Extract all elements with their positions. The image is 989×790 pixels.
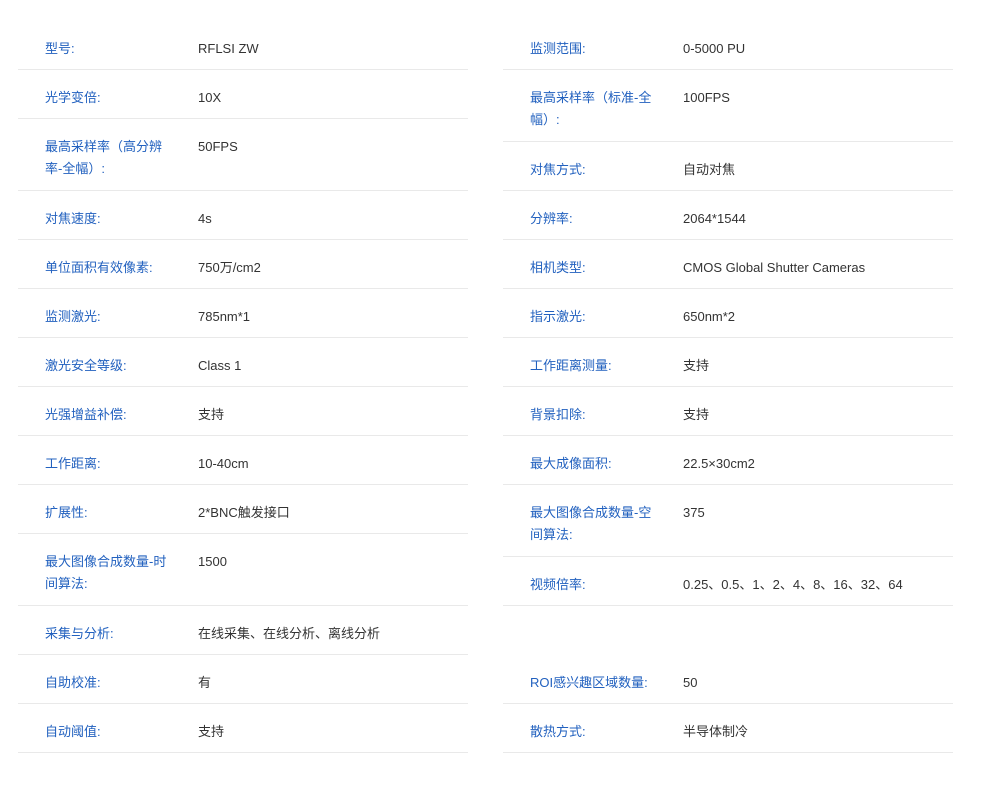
spec-value: 22.5×30cm2 (683, 456, 755, 471)
spec-label: 相机类型: (530, 260, 586, 275)
spec-value: Class 1 (198, 358, 242, 373)
spec-row: 采集与分析: 在线采集、在线分析、离线分析 (18, 606, 468, 655)
spec-row: 对焦方式: 自动对焦 (503, 142, 953, 191)
spec-row: 背景扣除: 支持 (503, 387, 953, 436)
spec-row: 最大图像合成数量-空间算法: 375 (503, 485, 953, 557)
spec-label: 扩展性: (45, 505, 88, 520)
spec-value: 支持 (683, 407, 710, 422)
spec-label: 对焦方式: (530, 162, 586, 177)
spec-row: 最高采样率（高分辨率-全幅）: 50FPS (18, 119, 468, 191)
spec-label: 型号: (45, 41, 75, 56)
spec-label: ROI感兴趣区域数量: (530, 675, 648, 690)
spec-row: 分辨率: 2064*1544 (503, 191, 953, 240)
spec-value: 支持 (198, 724, 225, 739)
spec-value: 2064*1544 (683, 211, 746, 226)
spec-value: 0.25、0.5、1、2、4、8、16、32、64 (683, 577, 903, 592)
spec-row: 监测激光: 785nm*1 (18, 289, 468, 338)
spec-value: 自动对焦 (683, 162, 736, 177)
spec-row: 指示激光: 650nm*2 (503, 289, 953, 338)
spec-label: 自动阈值: (45, 724, 101, 739)
spec-row: ROI感兴趣区域数量: 50 (503, 655, 953, 704)
spec-row: 自动阈值: 支持 (18, 704, 468, 753)
spec-label: 最大图像合成数量-时间算法: (45, 554, 167, 591)
spec-value: 支持 (198, 407, 225, 422)
spec-row: 工作距离测量: 支持 (503, 338, 953, 387)
spec-value: 10-40cm (198, 456, 249, 471)
spec-value: RFLSI ZW (198, 41, 259, 56)
spec-row: 监测范围: 0-5000 PU (503, 21, 953, 70)
spec-label: 监测范围: (530, 41, 586, 56)
spec-label: 工作距离测量: (530, 358, 612, 373)
spec-label: 单位面积有效像素: (45, 260, 153, 275)
spec-value: 375 (683, 505, 705, 520)
spec-row: 对焦速度: 4s (18, 191, 468, 240)
spec-label: 激光安全等级: (45, 358, 127, 373)
spec-label: 对焦速度: (45, 211, 101, 226)
spec-row: 散热方式: 半导体制冷 (503, 704, 953, 753)
spec-value: 在线采集、在线分析、离线分析 (198, 626, 381, 641)
spec-label: 指示激光: (530, 309, 586, 324)
spec-row: 最大图像合成数量-时间算法: 1500 (18, 534, 468, 606)
spec-label: 工作距离: (45, 456, 101, 471)
spec-value: 有 (198, 675, 212, 690)
spec-row-spacer (503, 606, 953, 655)
spec-value: 10X (198, 90, 222, 105)
spec-value: 支持 (683, 358, 710, 373)
spec-value: 650nm*2 (683, 309, 736, 324)
spec-label: 监测激光: (45, 309, 101, 324)
spec-value: 100FPS (683, 90, 730, 105)
spec-table-right: 监测范围: 0-5000 PU 最高采样率（标准-全幅）: 100FPS 对焦方… (503, 21, 953, 753)
spec-row: 激光安全等级: Class 1 (18, 338, 468, 387)
spec-label: 分辨率: (530, 211, 573, 226)
spec-row: 光强增益补偿: 支持 (18, 387, 468, 436)
spec-row: 视频倍率: 0.25、0.5、1、2、4、8、16、32、64 (503, 557, 953, 606)
spec-label: 光强增益补偿: (45, 407, 127, 422)
spec-value: 2*BNC触发接口 (198, 505, 290, 520)
spec-row: 相机类型: CMOS Global Shutter Cameras (503, 240, 953, 289)
spec-value: CMOS Global Shutter Cameras (683, 260, 866, 275)
spec-value: 4s (198, 211, 212, 226)
spec-value: 0-5000 PU (683, 41, 746, 56)
spec-label: 背景扣除: (530, 407, 586, 422)
spec-label: 最高采样率（标准-全幅）: (530, 90, 652, 127)
spec-row: 单位面积有效像素: 750万/cm2 (18, 240, 468, 289)
spec-label: 散热方式: (530, 724, 586, 739)
spec-row: 光学变倍: 10X (18, 70, 468, 119)
spec-row: 工作距离: 10-40cm (18, 436, 468, 485)
spec-row: 扩展性: 2*BNC触发接口 (18, 485, 468, 534)
spec-label: 光学变倍: (45, 90, 101, 105)
spec-value: 50 (683, 675, 698, 690)
spec-row: 最大成像面积: 22.5×30cm2 (503, 436, 953, 485)
spec-row: 型号: RFLSI ZW (18, 21, 468, 70)
spec-label: 视频倍率: (530, 577, 586, 592)
spec-row: 自助校准: 有 (18, 655, 468, 704)
spec-table-left: 型号: RFLSI ZW 光学变倍: 10X 最高采样率（高分辨率-全幅）: 5… (18, 21, 468, 753)
spec-label: 最大成像面积: (530, 456, 612, 471)
spec-value: 785nm*1 (198, 309, 251, 324)
spec-value: 750万/cm2 (198, 260, 261, 275)
spec-value: 1500 (198, 554, 227, 569)
spec-label: 最高采样率（高分辨率-全幅）: (45, 139, 163, 176)
spec-value: 50FPS (198, 139, 238, 154)
spec-row: 最高采样率（标准-全幅）: 100FPS (503, 70, 953, 142)
spec-value: 半导体制冷 (683, 724, 749, 739)
spec-label: 自助校准: (45, 675, 101, 690)
spec-label: 最大图像合成数量-空间算法: (530, 505, 652, 542)
spec-label: 采集与分析: (45, 626, 114, 641)
